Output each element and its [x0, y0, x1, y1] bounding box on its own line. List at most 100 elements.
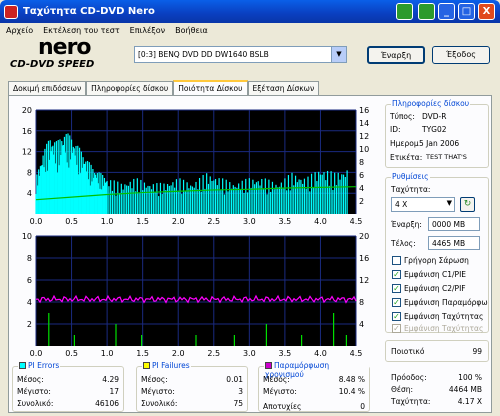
start-button[interactable]: Έναρξη — [367, 46, 425, 64]
id-value: TYG02 — [422, 125, 447, 134]
maximize-button[interactable]: □ — [458, 3, 475, 20]
pi-failures-group: PI Failures Μέσος: 0.01 Μέγιστο: 3 Συνολ… — [136, 361, 248, 412]
y-right-tick-label: 10 — [359, 145, 369, 154]
checkbox-box: ✓ — [392, 324, 401, 333]
settings-legend: Ρυθμίσεις — [391, 172, 430, 181]
checkbox-label: Εμφάνιση Παραμόρφω — [404, 298, 488, 307]
progress-label: Πρόοδος: — [391, 373, 427, 382]
start-field[interactable]: 0000 MB — [428, 217, 480, 231]
x-tick-label: 2.5 — [207, 217, 220, 226]
x-tick-label: 2.0 — [172, 349, 185, 358]
refresh-icon[interactable]: ↻ — [460, 197, 475, 212]
x-tick-label: 3.5 — [279, 349, 292, 358]
y-right-tick-label: 12 — [359, 276, 369, 285]
current-speed-label: Ταχύτητα: — [391, 397, 431, 406]
pi-errors-legend: PI Errors — [18, 361, 61, 370]
x-tick-label: 3.0 — [243, 217, 256, 226]
end-field[interactable]: 4465 MB — [428, 236, 480, 250]
y-left-tick-label: 2 — [27, 320, 32, 329]
pie-total-label: Συνολικό: — [17, 399, 54, 408]
show-speed-checkbox[interactable]: ✓ Εμφάνιση Ταχύτητας — [392, 312, 483, 321]
jitter-max-label: Μέγιστο: — [263, 387, 297, 396]
x-tick-label: 1.5 — [136, 349, 149, 358]
exit-button[interactable]: Έξοδος — [432, 46, 490, 64]
tab-scan-disc[interactable]: Εξέταση Δίσκων — [247, 81, 320, 95]
pi-errors-group: PI Errors Μέσος: 4.29 Μέγιστο: 17 Συνολι… — [12, 361, 124, 412]
checkbox-label: Εμφάνιση C2/PIF — [404, 284, 466, 293]
y-right-tick-label: 2 — [359, 197, 364, 206]
checkbox-box[interactable]: ✓ — [392, 284, 401, 293]
x-tick-label: 0.5 — [65, 217, 78, 226]
jitter-fail-label: Αποτυχίες — [263, 402, 302, 411]
y-right-tick-label: 16 — [359, 106, 369, 115]
pie-avg-label: Μέσος: — [17, 375, 44, 384]
menu-file[interactable]: Αρχείο — [6, 26, 33, 35]
pi-errors-legend-text: PI Errors — [28, 361, 60, 370]
checkbox-box[interactable]: ✓ — [392, 270, 401, 279]
checkbox-box[interactable]: ✓ — [392, 312, 401, 321]
disc-info-group: Πληροφορίες δίσκου Τύπος: DVD-R ID: TYG0… — [385, 99, 489, 168]
y-left-tick-label: 8 — [27, 254, 32, 263]
jitter-fail-value: 0 — [360, 402, 365, 411]
y-left-tick-label: 8 — [27, 168, 32, 177]
menu-options[interactable]: Επιλέξον — [130, 26, 165, 35]
tab-disc-info[interactable]: Πληροφορίες δίσκου — [86, 81, 174, 95]
progress-group: Πρόοδος: 100 % Θέση: 4464 MB Ταχύτητα: 4… — [385, 368, 489, 412]
window-extra2-icon[interactable] — [418, 3, 435, 20]
y-left-tick-label: 4 — [27, 189, 32, 198]
logo-text: nero — [38, 35, 92, 60]
settings-group: Ρυθμίσεις Ταχύτητα: 4 X ▼ ↻ Έναρξη: 0000… — [385, 172, 489, 333]
menu-run[interactable]: Εκτέλεση του τεστ — [43, 26, 120, 35]
x-tick-label: 4.5 — [350, 217, 363, 226]
y-left-tick-label: 20 — [22, 106, 32, 115]
checkbox-box[interactable] — [392, 256, 401, 265]
progress-value: 100 % — [458, 373, 482, 382]
checkbox-label: Εμφάνιση Ταχύτητας — [404, 324, 484, 333]
pi-errors-chart: 0.0 0.5 1.0 1.5 2.0 2.5 3.0 3.5 4.0 4.5 20 16 12 8 4 16… — [22, 106, 369, 226]
y-left-tick-label: 16 — [22, 127, 32, 136]
type-value: DVD-R — [422, 112, 447, 121]
show-c2-checkbox[interactable]: ✓ Εμφάνιση C2/PIF — [392, 284, 466, 293]
end-label: Τέλος: — [391, 239, 416, 248]
tab-disc-quality[interactable]: Ποιότητα Δίσκου — [173, 80, 248, 95]
y-right-tick-label: 14 — [359, 119, 369, 128]
tab-bar: Δοκιμή επιδόσεων Πληροφορίες δίσκου Ποιό… — [8, 80, 320, 95]
minimize-button[interactable]: _ — [438, 3, 455, 20]
quick-scan-checkbox[interactable]: Γρήγορη Σάρωση — [392, 256, 469, 265]
plot-area — [36, 236, 356, 346]
x-tick-label: 0.5 — [65, 349, 78, 358]
tag-value: TEST THAT'S — [426, 153, 467, 161]
close-button[interactable]: X — [478, 3, 495, 20]
x-tick-label: 1.0 — [101, 349, 114, 358]
jitter-group: Παραμόρφωση χρονισμού Μέσος: 8.48 % Μέγι… — [258, 361, 370, 412]
chevron-down-icon[interactable]: ▼ — [331, 47, 346, 62]
app-icon — [4, 4, 18, 19]
nero-logo: nero CD-DVD SPEED — [8, 35, 124, 72]
start-label: Έναρξη: — [391, 220, 422, 229]
type-label: Τύπος: — [390, 112, 415, 121]
pie-max-value: 17 — [109, 387, 119, 396]
pi-failures-legend-text: PI Failures — [152, 361, 190, 370]
menu-help[interactable]: Βοήθεια — [175, 26, 208, 35]
speed-select[interactable]: 4 X ▼ — [391, 197, 455, 212]
jitter-max-value: 10.4 % — [338, 387, 365, 396]
x-tick-label: 2.0 — [172, 217, 185, 226]
x-tick-label: 4.0 — [314, 349, 327, 358]
x-tick-label: 1.0 — [101, 217, 114, 226]
tag-label: Ετικέτα: — [390, 153, 423, 162]
drive-select-value: [0:3] BENQ DVD DD DW1640 BSLB — [138, 50, 269, 59]
checkbox-box[interactable]: ✓ — [392, 298, 401, 307]
jitter-avg-value: 8.48 % — [338, 375, 365, 384]
show-jitter-checkbox[interactable]: ✓ Εμφάνιση Παραμόρφω — [392, 298, 488, 307]
speed-label: Ταχύτητα: — [391, 185, 431, 194]
window-extra-icon[interactable] — [396, 3, 413, 20]
chevron-down-icon[interactable]: ▼ — [447, 199, 452, 207]
logo-subtext: CD-DVD SPEED — [10, 59, 95, 70]
tab-benchmark[interactable]: Δοκιμή επιδόσεων — [8, 81, 87, 95]
date-value: 5 Jan 2006 — [419, 139, 460, 148]
y-right-tick-label: 4 — [359, 184, 364, 193]
show-c1-checkbox[interactable]: ✓ Εμφάνιση C1/PIE — [392, 270, 466, 279]
drive-select[interactable]: [0:3] BENQ DVD DD DW1640 BSLB ▼ — [134, 46, 347, 63]
pif-total-value: 75 — [233, 399, 243, 408]
quality-label: Ποιοτικό — [391, 347, 425, 356]
